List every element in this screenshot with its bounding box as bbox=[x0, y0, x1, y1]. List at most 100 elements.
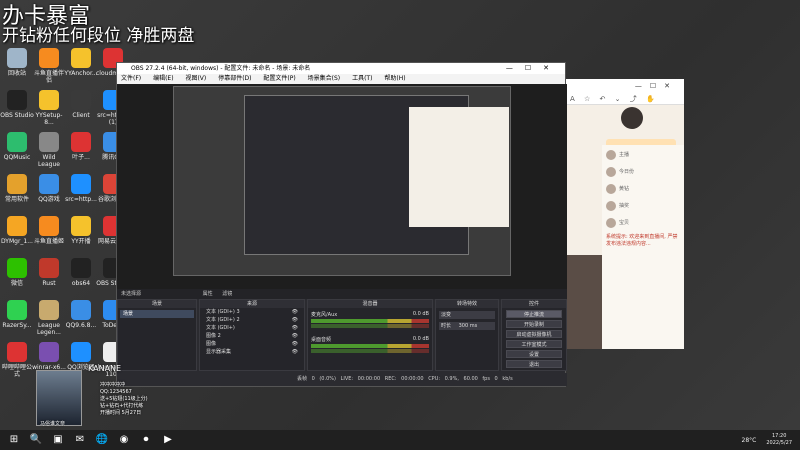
desktop-icon-label: Client bbox=[72, 112, 90, 119]
chat-list: 主播 今日份 黄钻 抽奖 宝贝 bbox=[602, 148, 684, 230]
favorite-icon[interactable]: ☆ bbox=[584, 95, 590, 103]
source-name: 文本 (GDI+) 2 bbox=[206, 317, 240, 323]
source-item[interactable]: 图像 2 👁 bbox=[200, 332, 304, 340]
back-icon[interactable]: ↶ bbox=[600, 95, 606, 103]
weather-text[interactable]: 28°C bbox=[742, 437, 757, 444]
transition-duration[interactable]: 时长 300 ms bbox=[439, 322, 495, 330]
source-name: 文本 (GDI+) 3 bbox=[206, 309, 240, 315]
app-icon bbox=[7, 300, 27, 320]
visibility-icon[interactable]: 👁 bbox=[292, 332, 298, 340]
source-item[interactable]: 显示器采集 👁 bbox=[200, 348, 304, 356]
scene-item[interactable]: 场景 bbox=[120, 310, 194, 318]
hand-icon[interactable]: ✋ bbox=[646, 95, 655, 103]
obs-statusbar: 丢帧 0 (0.0%) LIVE: 00:00:00 REC: 00:00:00… bbox=[117, 373, 567, 386]
desktop-icon[interactable]: OBS Studio bbox=[0, 90, 34, 119]
desktop-icon[interactable]: Rust bbox=[32, 258, 66, 287]
menu-docks[interactable]: 停靠部件(D) bbox=[218, 75, 251, 82]
menu-view[interactable]: 视图(V) bbox=[185, 75, 206, 82]
desktop-icon[interactable]: League Legen... bbox=[32, 300, 66, 336]
desktop-icon[interactable]: YYAnchor... bbox=[64, 48, 98, 77]
share-icon[interactable]: ⤴ bbox=[630, 95, 637, 103]
stream-info-line: 开播时间 5月27日 bbox=[100, 410, 142, 416]
desktop-icon[interactable]: 微信 bbox=[0, 258, 34, 287]
desktop-icon-label: obs64 bbox=[71, 280, 91, 287]
menu-scene-collection[interactable]: 场景集合(S) bbox=[308, 75, 341, 82]
desktop-icon[interactable]: 斗鱼直播姬 bbox=[32, 216, 66, 245]
desktop-icon[interactable]: QQ游戏 bbox=[32, 174, 66, 203]
live-timer: LIVE: 00:00:00 bbox=[340, 376, 381, 382]
desktop-icon[interactable]: 叶子... bbox=[64, 132, 98, 161]
start-recording-button[interactable]: 开始录制 bbox=[506, 320, 562, 328]
desktop-icon[interactable]: Client bbox=[64, 90, 98, 119]
desktop-icon-label: YY开播 bbox=[71, 238, 91, 245]
browser-toolbar: A ☆ ↶ ⌄ ⤴ ✋ bbox=[566, 93, 684, 105]
taskbar-app-icon[interactable]: ▶ bbox=[160, 433, 176, 447]
app-icon bbox=[71, 48, 91, 68]
desktop-icon[interactable]: YYSetup-8... bbox=[32, 90, 66, 126]
properties-button[interactable]: 属性 bbox=[203, 291, 213, 297]
taskbar-app-icon[interactable]: ⏺ bbox=[138, 433, 154, 447]
visibility-icon[interactable]: 👁 bbox=[292, 348, 298, 356]
source-item[interactable]: 图像 👁 bbox=[200, 340, 304, 348]
filters-button[interactable]: 滤镜 bbox=[222, 291, 232, 297]
stop-streaming-button[interactable]: 停止推流 bbox=[506, 310, 562, 318]
exit-button[interactable]: 退出 bbox=[506, 360, 562, 368]
clock[interactable]: 17:20 2022/5/27 bbox=[766, 433, 792, 447]
volume-slider[interactable] bbox=[311, 349, 429, 353]
source-item[interactable]: 文本 (GDI+) 👁 bbox=[200, 324, 304, 332]
visibility-icon[interactable]: 👁 bbox=[292, 340, 298, 348]
obs-preview[interactable] bbox=[117, 84, 567, 289]
obs-window[interactable]: OBS 27.2.4 (64-bit, windows) - 配置文件: 未命名… bbox=[116, 62, 567, 387]
nested-desktop-capture bbox=[173, 86, 511, 276]
menu-file[interactable]: 文件(F) bbox=[121, 75, 141, 82]
menu-edit[interactable]: 编辑(E) bbox=[153, 75, 173, 82]
app-icon bbox=[71, 174, 91, 194]
desktop-icon[interactable]: Wild League bbox=[32, 132, 66, 168]
desktop-icon-label: Wild League bbox=[38, 154, 60, 168]
menu-help[interactable]: 帮助(H) bbox=[384, 75, 405, 82]
source-name: 文本 (GDI+) bbox=[206, 325, 235, 331]
source-name: 图像 2 bbox=[206, 333, 221, 339]
taskbar-app-icon[interactable]: ▣ bbox=[50, 433, 66, 447]
stream-info-line: 送+5钻翅(11级上分) bbox=[100, 396, 148, 402]
desktop-icon-label: QQ游戏 bbox=[38, 196, 60, 203]
visibility-icon[interactable]: 👁 bbox=[292, 308, 298, 316]
app-icon bbox=[71, 258, 91, 278]
desktop-icon[interactable]: DYMgr_1... bbox=[0, 216, 34, 245]
taskbar-app-icon[interactable]: ⊞ bbox=[6, 433, 22, 447]
desktop-icon[interactable]: RazerSy... bbox=[0, 300, 34, 329]
settings-button[interactable]: 设置 bbox=[506, 350, 562, 358]
mixer-channel: 麦克风/Aux 0.0 dB bbox=[311, 311, 429, 328]
visibility-icon[interactable]: 👁 bbox=[292, 324, 298, 332]
desktop-icon[interactable]: QQMusic bbox=[0, 132, 34, 161]
taskbar-app-icon[interactable]: ◉ bbox=[116, 433, 132, 447]
browser-window-controls[interactable]: —☐✕ bbox=[566, 79, 684, 93]
taskbar: ⊞ 🔍 ▣ ✉ 🌐 ◉ ⏺ ▶ 28°C 17:20 2022/5/27 bbox=[0, 430, 800, 450]
source-item[interactable]: 文本 (GDI+) 2 👁 bbox=[200, 316, 304, 324]
desktop-icon[interactable]: YY开播 bbox=[64, 216, 98, 245]
transition-select[interactable]: 淡变 bbox=[439, 311, 495, 319]
font-icon[interactable]: A bbox=[570, 95, 575, 103]
visibility-icon[interactable]: 👁 bbox=[292, 316, 298, 324]
app-icon bbox=[71, 342, 91, 362]
volume-slider[interactable] bbox=[311, 324, 429, 328]
live-browser-window[interactable]: —☐✕ A ☆ ↶ ⌄ ⤴ ✋ 主播 今日份 黄钻 抽奖 宝贝 系统提示: 欢迎来到直播… bbox=[566, 79, 684, 349]
desktop-icon[interactable]: 回收站 bbox=[0, 48, 34, 77]
menu-profile[interactable]: 配置文件(P) bbox=[263, 75, 295, 82]
desktop-icon[interactable]: QQ9.6.8... bbox=[64, 300, 98, 329]
desktop-icon[interactable]: obs64 bbox=[64, 258, 98, 287]
taskbar-app-icon[interactable]: ✉ bbox=[72, 433, 88, 447]
window-controls[interactable]: —☐✕ bbox=[506, 63, 561, 74]
virtual-camera-button[interactable]: 启动虚拟摄像机 bbox=[506, 330, 562, 338]
studio-mode-button[interactable]: 工作室模式 bbox=[506, 340, 562, 348]
dropdown-icon[interactable]: ⌄ bbox=[615, 95, 621, 103]
mixer-dock-header: 混音器 bbox=[308, 300, 432, 308]
taskbar-app-icon[interactable]: 🌐 bbox=[94, 433, 110, 447]
obs-menubar: 文件(F) 编辑(E) 视图(V) 停靠部件(D) 配置文件(P) 场景集合(S… bbox=[117, 74, 565, 84]
menu-tools[interactable]: 工具(T) bbox=[352, 75, 372, 82]
taskbar-app-icon[interactable]: 🔍 bbox=[28, 433, 44, 447]
desktop-icon[interactable]: 常用软件 bbox=[0, 174, 34, 203]
source-item[interactable]: 文本 (GDI+) 3 👁 bbox=[200, 308, 304, 316]
desktop-icon[interactable]: src=http... bbox=[64, 174, 98, 203]
desktop-icon[interactable]: 斗鱼直播伴侣 bbox=[32, 48, 66, 84]
